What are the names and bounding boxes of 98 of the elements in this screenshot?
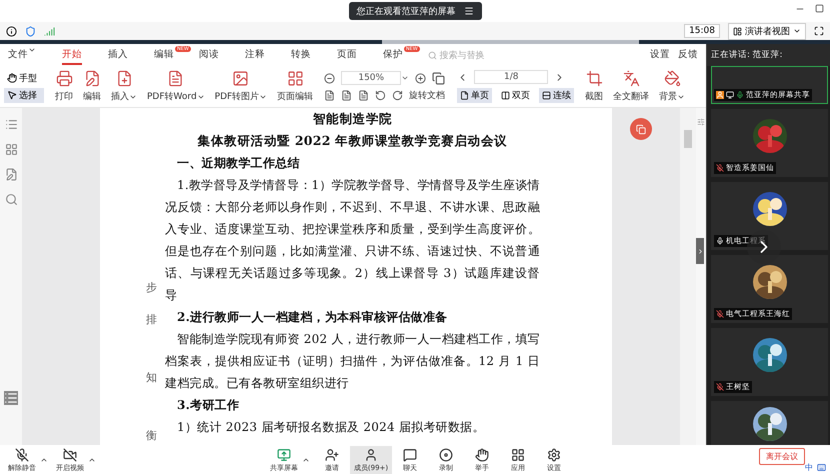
scrollbar-thumb[interactable]: [684, 130, 692, 148]
toolbar-button[interactable]: 背景: [654, 70, 690, 103]
view-mode-button[interactable]: 双页: [498, 88, 534, 103]
hand-icon: [7, 73, 17, 83]
leave-meeting-button[interactable]: 离开会议: [759, 448, 805, 465]
search-icon[interactable]: [4, 193, 18, 206]
paragraph: 1）统计 2023 届考研报名数据及 2024 届拟考研数据。: [176, 419, 486, 436]
page-field[interactable]: 1/8: [474, 70, 548, 84]
paint-bucket-icon: [664, 70, 681, 87]
toolbar-button[interactable]: 全文翻译: [608, 70, 654, 103]
paragraph: 1.教学督导及学情督导：1）学院教学督导、学情督导及学生座谈情况反馈：大部分老师以身作则，不迟到、不早退、不讲水课、思政融入专业、适度课堂互动、把控课堂秩序和质量，受到学生高度评价。但是也存在个别问题，比如满堂灌、只讲不练、语速过快、不说普通话、与课程无关话题过多等现象。2）线上课督导 3）试题库建设督导: [165, 177, 540, 304]
rotate-right-icon[interactable]: [392, 90, 404, 101]
page-icon[interactable]: [358, 90, 370, 101]
zoom-field[interactable]: 150%: [341, 71, 402, 85]
record-icon: [439, 448, 453, 462]
view-mode-button[interactable]: 单页: [457, 88, 492, 103]
caret-icon: [793, 27, 801, 35]
document-title: 集体教研活动暨 2022 年教师课堂教学竞赛启动会议: [196, 132, 508, 150]
hand-icon: [475, 448, 489, 462]
floating-button[interactable]: [630, 118, 652, 140]
layout-icon: [733, 26, 742, 36]
menu-tab[interactable]: 编辑: [154, 46, 174, 64]
speaking-text: 正在讲话: 范亚萍:: [711, 49, 782, 61]
screen-share-icon: [277, 448, 291, 462]
maximize-icon[interactable]: [815, 4, 824, 13]
caret-icon[interactable]: [401, 74, 410, 82]
page-icon[interactable]: [341, 90, 352, 101]
apps-icon: [511, 448, 525, 462]
grid-icon: [286, 70, 304, 87]
toolbar-button[interactable]: 页面编辑: [272, 70, 318, 103]
menu-tab[interactable]: 转换: [290, 46, 311, 64]
menu-tab[interactable]: 阅读: [198, 46, 219, 64]
columns-icon: [501, 91, 510, 100]
rows-icon: [542, 91, 552, 100]
keyboard-icon[interactable]: [817, 463, 826, 472]
menu-tab[interactable]: 注释: [244, 46, 265, 64]
document-icon: [167, 70, 184, 87]
mic-muted-icon: [15, 448, 29, 462]
paragraph: 智能制造学院现有师资 202 人，进行教师一人一档建档工作，填写档案表，提供相应证书（证明）扫描件，为评估做准备。12 月 1 日建档完成。已有各教研室组织进行: [165, 331, 540, 392]
copy-icon: [636, 124, 646, 134]
zoom-in-icon[interactable]: [415, 72, 426, 84]
edit-icon: [84, 70, 100, 87]
mode-button[interactable]: 手型: [4, 70, 44, 86]
printer-icon: [56, 70, 72, 87]
info-icon[interactable]: [6, 26, 17, 36]
page-icon: [460, 91, 470, 100]
toolbar-button[interactable]: PDF转图片: [210, 70, 272, 103]
settings-icon: [547, 448, 561, 462]
list-icon[interactable]: [4, 391, 18, 405]
user-icon: [364, 448, 378, 462]
menu-tab[interactable]: 保护: [382, 46, 403, 64]
translate-icon: [622, 70, 640, 87]
meeting-time: 15:08: [684, 24, 720, 38]
margin-note: 步: [146, 281, 157, 295]
margin-note: 知: [146, 371, 157, 385]
menu-icon[interactable]: [464, 6, 474, 16]
zoom-out-icon[interactable]: [324, 72, 336, 84]
menu-link[interactable]: 设置: [650, 46, 670, 64]
toolbar-button[interactable]: 插入: [106, 70, 142, 103]
chevron-icon: [696, 248, 704, 254]
toolbar-button[interactable]: 截图: [580, 70, 608, 103]
rotate-left-icon[interactable]: [375, 90, 386, 101]
screen-icon: [726, 91, 734, 99]
section-heading: 一、近期教学工作总结: [176, 155, 300, 172]
toolbar-button[interactable]: 打印: [50, 70, 78, 103]
page-icon[interactable]: [324, 90, 336, 101]
document-title: 智能制造学院: [312, 110, 394, 128]
margin-note: 排: [146, 313, 157, 327]
view-mode-button[interactable]: 连续: [539, 88, 574, 103]
menu-tab[interactable]: 插入: [108, 46, 128, 64]
add-user-icon: [325, 448, 339, 462]
outline-icon[interactable]: [4, 118, 18, 131]
pointer-icon: [7, 90, 17, 100]
menu-link[interactable]: 反馈: [678, 46, 698, 64]
shield-icon[interactable]: [25, 26, 36, 36]
section-heading: 2.进行教师一人一档建档，为本科审核评估做准备: [176, 309, 448, 326]
rotate-label: 旋转文档: [409, 90, 446, 102]
insert-icon: [116, 70, 132, 87]
thumbnail-icon[interactable]: [4, 143, 18, 156]
image-icon: [232, 70, 250, 87]
speaker-view-button[interactable]: 演讲者视图: [728, 22, 806, 40]
toolbar-button[interactable]: 编辑: [78, 70, 106, 103]
banner-text: 您正在观看范亚萍的屏幕: [356, 6, 456, 18]
section-heading: 3.考研工作: [176, 397, 240, 414]
signal-icon: [44, 26, 55, 36]
fullscreen-icon[interactable]: [814, 26, 824, 36]
chat-icon: [403, 448, 417, 462]
crop-icon: [586, 70, 603, 87]
mode-button[interactable]: 选择: [4, 88, 44, 102]
video-off-icon: [63, 448, 77, 462]
toolbar-button[interactable]: PDF转Word: [142, 70, 210, 103]
margin-note: 衡: [146, 429, 157, 443]
ime-indicator[interactable]: 中: [805, 462, 813, 473]
sliders-icon[interactable]: [697, 118, 705, 126]
person-icon: [716, 91, 724, 99]
menu-tab[interactable]: 页面: [336, 46, 357, 64]
menu-tab[interactable]: 文件: [8, 46, 28, 64]
annotation-icon[interactable]: [4, 168, 18, 181]
